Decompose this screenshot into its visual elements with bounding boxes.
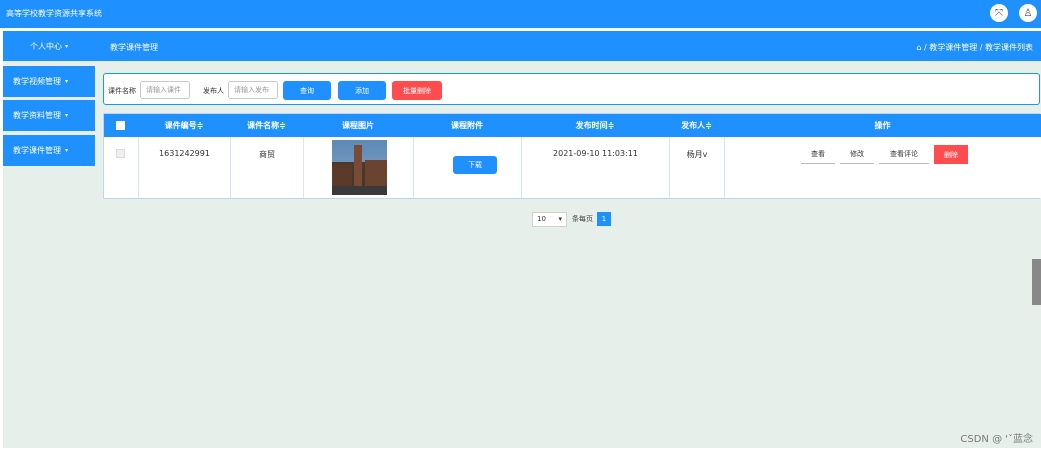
- row-checkbox-cell: [104, 137, 138, 198]
- view-comments-button[interactable]: 查看评论: [879, 145, 929, 164]
- header-actions: 操作: [874, 121, 891, 130]
- header-publisher[interactable]: 发布人≑: [669, 114, 724, 137]
- fullscreen-icon[interactable]: ⤧: [990, 4, 1008, 22]
- sidebar-item-label: 教学资料管理: [13, 111, 61, 120]
- view-button[interactable]: 查看: [801, 145, 835, 164]
- publisher-label: 发布人: [203, 87, 224, 95]
- row-checkbox[interactable]: [116, 149, 125, 158]
- name-input[interactable]: 请输入课件: [140, 81, 190, 99]
- watermark: CSDN @ 'ˇ蓝念: [960, 434, 1033, 445]
- delete-button[interactable]: 删除: [934, 145, 968, 164]
- cell-id: 1631242991: [138, 137, 230, 198]
- publisher-name: 杨月v: [686, 150, 708, 159]
- cell-publisher: 杨月v: [669, 137, 724, 198]
- app-title: 高等学校教学资源共享系统: [6, 9, 102, 18]
- cell-actions: 查看 修改 查看评论 删除: [724, 137, 1041, 198]
- chevron-down-icon: ▾: [558, 215, 562, 223]
- cell-attachment: 下载: [413, 137, 521, 198]
- cell-name: 商贸: [230, 137, 303, 198]
- edit-button[interactable]: 修改: [840, 145, 874, 164]
- main-content: 教学课件管理 ⌂ / 教学课件管理 / 教学课件列表 课件名称 请输入课件 发布…: [95, 31, 1041, 448]
- courseware-table: 课件编号≑ 课件名称≑ 课程图片 课程附件 发布时间≑ 发布人≑ 操作 1631…: [103, 113, 1041, 199]
- user-icon[interactable]: ♙: [1019, 4, 1037, 22]
- chevron-down-icon: ▾: [65, 78, 69, 85]
- sidebar-item-label: 教学课件管理: [13, 146, 61, 155]
- page-title: 教学课件管理: [110, 43, 158, 52]
- header-time[interactable]: 发布时间≑: [521, 114, 669, 137]
- scrollbar-thumb[interactable]: [1032, 259, 1041, 305]
- breadcrumb[interactable]: ⌂ / 教学课件管理 / 教学课件列表: [916, 42, 1033, 53]
- add-button[interactable]: 添加: [338, 81, 386, 100]
- sidebar: 个人中心 ▾ 教学视频管理 ▾ 教学资料管理 ▾ 教学课件管理 ▾: [3, 31, 95, 448]
- header-attachment: 课程附件: [451, 121, 483, 130]
- download-button[interactable]: 下载: [453, 156, 497, 174]
- sidebar-item-personal-center[interactable]: 个人中心 ▾: [3, 31, 95, 61]
- chevron-down-icon: ▾: [64, 42, 68, 50]
- header-image: 课程图片: [342, 121, 374, 130]
- sub-header: 教学课件管理 ⌂ / 教学课件管理 / 教学课件列表: [95, 31, 1041, 61]
- page-button-current[interactable]: 1: [597, 212, 611, 226]
- table-row: 1631242991 商贸 下载 2021-09-10 11:03:11 杨月v…: [104, 137, 1041, 198]
- top-bar: 高等学校教学资源共享系统 ⤧ ♙: [0, 0, 1041, 28]
- sidebar-head-label: 个人中心: [29, 41, 62, 51]
- course-name: 商贸: [259, 150, 275, 159]
- header-id[interactable]: 课件编号≑: [138, 114, 230, 137]
- course-id: 1631242991: [159, 149, 210, 158]
- name-label: 课件名称: [108, 87, 136, 95]
- road: [332, 186, 387, 195]
- select-all-checkbox[interactable]: [116, 121, 125, 130]
- table-header: 课件编号≑ 课件名称≑ 课程图片 课程附件 发布时间≑ 发布人≑ 操作: [104, 114, 1041, 137]
- publisher-input[interactable]: 请输入发布: [228, 81, 278, 99]
- cell-image: [303, 137, 413, 198]
- header-name[interactable]: 课件名称≑: [230, 114, 303, 137]
- query-button[interactable]: 查询: [283, 81, 331, 100]
- sidebar-item-courseware[interactable]: 教学课件管理 ▾: [3, 135, 95, 166]
- search-bar: 课件名称 请输入课件 发布人 请输入发布 查询 添加 批量删除: [103, 73, 1040, 105]
- publish-time: 2021-09-10 11:03:11: [553, 149, 638, 158]
- per-page-label: 条每页: [572, 215, 593, 223]
- sidebar-item-label: 教学视频管理: [13, 77, 61, 86]
- batch-delete-button[interactable]: 批量删除: [392, 81, 442, 100]
- course-image[interactable]: [332, 140, 387, 195]
- sidebar-item-video[interactable]: 教学视频管理 ▾: [3, 66, 95, 97]
- sidebar-item-materials[interactable]: 教学资料管理 ▾: [3, 100, 95, 131]
- chevron-down-icon: ▾: [65, 112, 69, 119]
- cell-time: 2021-09-10 11:03:11: [521, 137, 669, 198]
- page-size-value: 10: [537, 215, 546, 223]
- chevron-down-icon: ▾: [65, 147, 69, 154]
- pagination: 10 ▾ 条每页 1: [532, 211, 611, 227]
- page-size-select[interactable]: 10 ▾: [532, 211, 567, 227]
